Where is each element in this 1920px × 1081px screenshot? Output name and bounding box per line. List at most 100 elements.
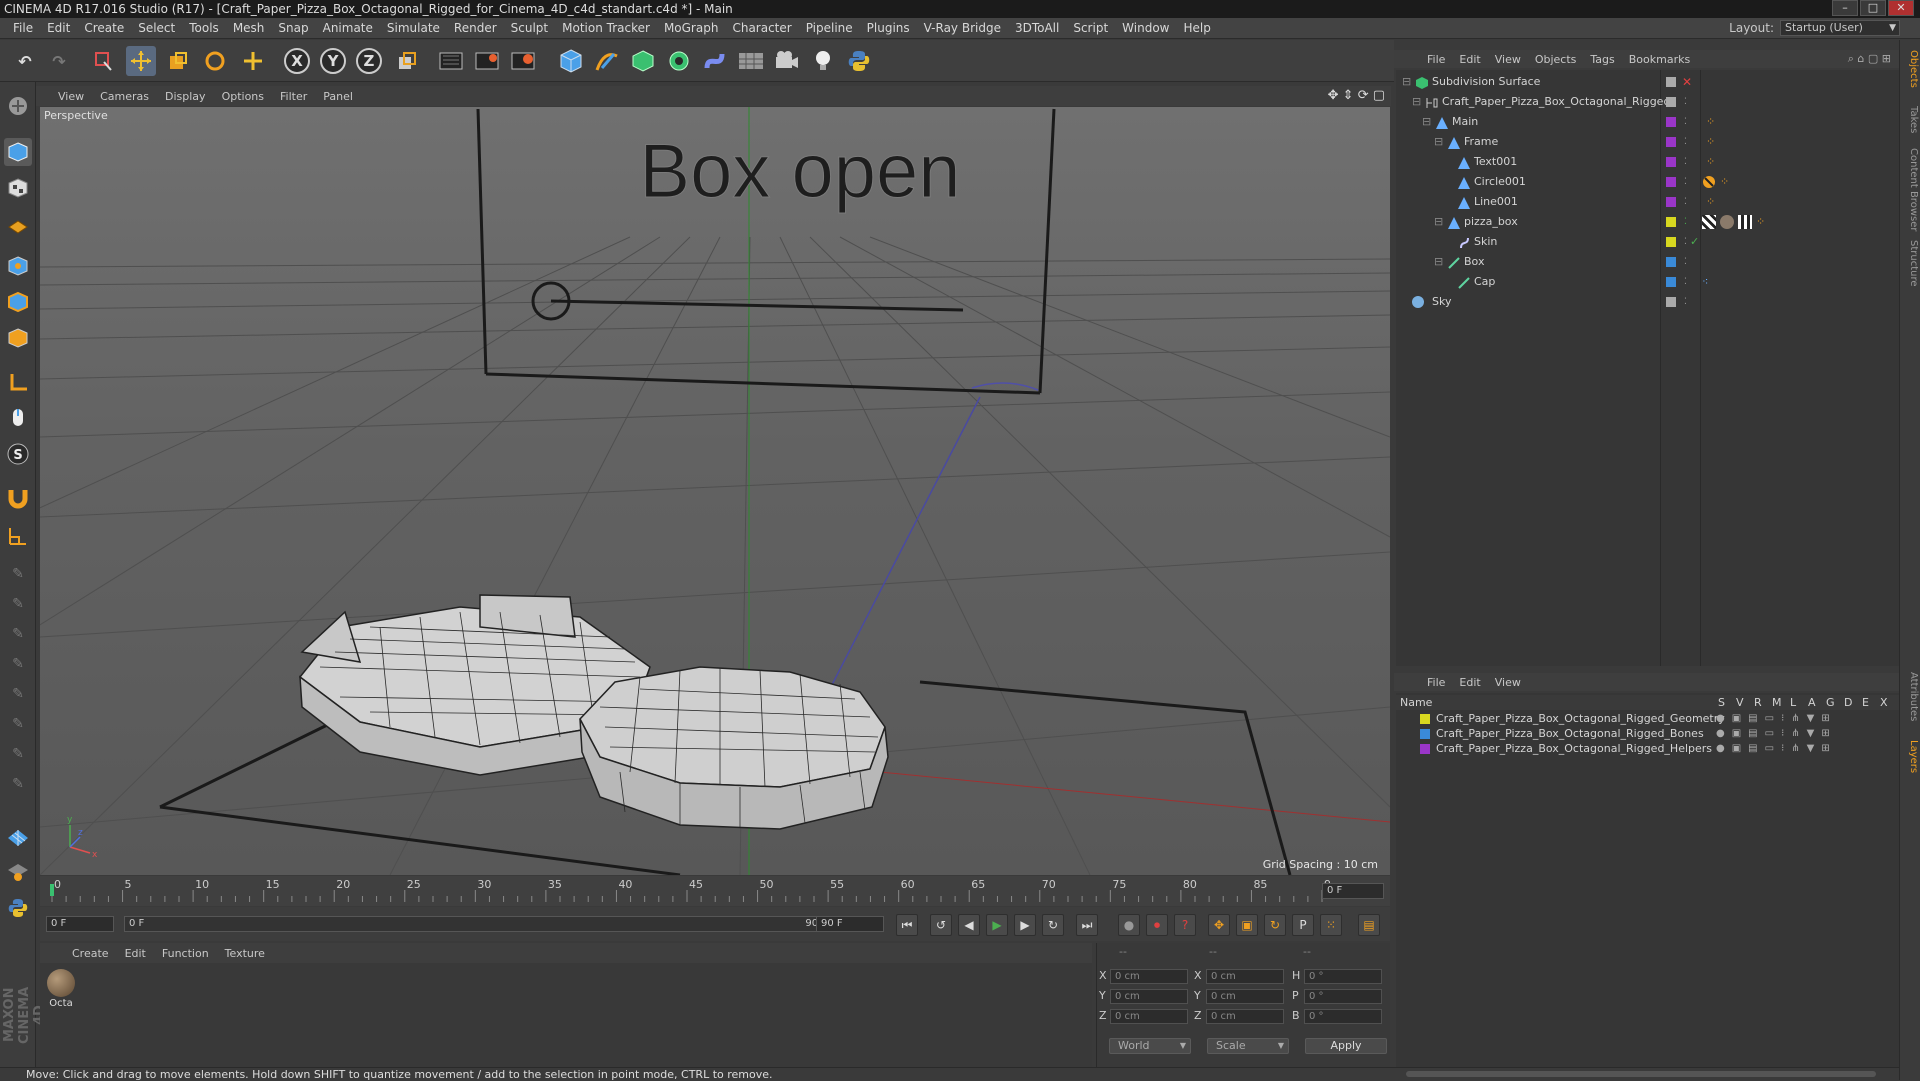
tag-icon[interactable]: ⁘	[1706, 132, 1715, 152]
autokey-icon[interactable]: ⏺	[1146, 914, 1168, 936]
rot-b-field[interactable]: 0 °	[1304, 1009, 1382, 1024]
render-view-icon[interactable]	[436, 46, 466, 76]
end-frame-field[interactable]: 90 F	[816, 916, 884, 932]
menu-animate[interactable]: Animate	[316, 21, 380, 35]
tab-takes[interactable]: Takes	[1902, 106, 1919, 133]
points-mode-icon[interactable]	[4, 252, 32, 280]
make-editable-icon[interactable]	[4, 92, 32, 120]
material-menu-texture[interactable]: Texture	[217, 947, 273, 960]
tab-content-browser[interactable]: Content Browser	[1902, 148, 1919, 231]
visibility-dots-icon[interactable]: ⁚	[1684, 92, 1687, 112]
brush-icon-5[interactable]: ✎	[4, 680, 32, 708]
object-row-subdivision-surface[interactable]: ⊟ Subdivision Surface ✕	[1396, 72, 1899, 92]
tag-icon[interactable]: ⁘	[1706, 192, 1715, 212]
y-axis-lock-icon[interactable]: Y	[318, 46, 348, 76]
play-forward-icon[interactable]: ▶	[986, 914, 1008, 936]
material-menu-create[interactable]: Create	[64, 947, 117, 960]
viewport-menu-cameras[interactable]: Cameras	[92, 90, 157, 103]
layer-color-swatch[interactable]	[1420, 744, 1430, 754]
viewport-menu-display[interactable]: Display	[157, 90, 214, 103]
rot-p-field[interactable]: 0 °	[1304, 989, 1382, 1004]
workplane-mode-icon[interactable]	[4, 210, 32, 238]
brush-icon-2[interactable]: ✎	[4, 590, 32, 618]
layer-row-helpers[interactable]: Craft_Paper_Pizza_Box_Octagonal_Rigged_H…	[1396, 741, 1899, 756]
object-row-craft-paper-pizza-box[interactable]: ⊟ Craft_Paper_Pizza_Box_Octagonal_Rigged…	[1396, 92, 1899, 112]
layers-menu-view[interactable]: View	[1488, 676, 1528, 689]
enabled-check-icon[interactable]: ✓	[1690, 232, 1699, 252]
brush-icon-6[interactable]: ✎	[4, 710, 32, 738]
size-y-field[interactable]: 0 cm	[1206, 989, 1284, 1004]
menu-window[interactable]: Window	[1115, 21, 1176, 35]
layer-color-swatch[interactable]	[1666, 217, 1676, 227]
layer-flags-icons[interactable]: ●▣▤▭⁝⋔▼⊞	[1716, 741, 1837, 756]
current-frame-field[interactable]: 0 F	[1322, 883, 1384, 899]
menu-create[interactable]: Create	[77, 21, 131, 35]
tag-icon[interactable]: ⁖	[1702, 272, 1708, 292]
axis-mode-icon[interactable]	[4, 368, 32, 396]
visibility-dots-icon[interactable]: ⁚	[1684, 292, 1687, 312]
menu-snap[interactable]: Snap	[271, 21, 315, 35]
layer-color-swatch[interactable]	[1666, 117, 1676, 127]
apply-button[interactable]: Apply	[1305, 1038, 1387, 1054]
edges-mode-icon[interactable]	[4, 288, 32, 316]
next-frame-icon[interactable]: ▶	[1014, 914, 1036, 936]
pos-y-field[interactable]: 0 cm	[1110, 989, 1188, 1004]
viewport-menu-panel[interactable]: Panel	[315, 90, 361, 103]
objects-menu-objects[interactable]: Objects	[1528, 53, 1584, 66]
close-window-button[interactable]: ✕	[1888, 0, 1914, 16]
object-row-frame[interactable]: ⊟ Frame ⁚ ⁘	[1396, 132, 1899, 152]
tag-icon[interactable]: ⁘	[1720, 172, 1729, 192]
viewport-navigation-icons[interactable]: ✥ ⇕ ⟳ ▢	[1328, 88, 1385, 103]
menu-help[interactable]: Help	[1176, 21, 1217, 35]
subdivision-surface-icon[interactable]	[628, 46, 658, 76]
tweak-mode-icon[interactable]	[4, 404, 32, 432]
timeline-layout-icon[interactable]: ▤	[1358, 914, 1380, 936]
menu-tools[interactable]: Tools	[182, 21, 226, 35]
z-axis-lock-icon[interactable]: Z	[354, 46, 384, 76]
size-z-field[interactable]: 0 cm	[1206, 1009, 1284, 1024]
layer-color-swatch[interactable]	[1666, 277, 1676, 287]
layers-menu-file[interactable]: File	[1420, 676, 1452, 689]
visibility-dots-icon[interactable]: ⁚	[1684, 192, 1687, 212]
timeline-ruler[interactable]: 051015202530354045505560657075808590 0 F	[40, 876, 1390, 906]
render-picture-viewer-icon[interactable]	[472, 46, 502, 76]
object-edit-toggle[interactable]	[1666, 77, 1676, 87]
magnet-icon[interactable]	[4, 484, 32, 512]
menu-edit[interactable]: Edit	[40, 21, 77, 35]
visibility-dots-icon[interactable]: ⁚	[1684, 272, 1687, 292]
object-row-cap[interactable]: Cap ⁚ ⁖	[1396, 272, 1899, 292]
objects-menu-bookmarks[interactable]: Bookmarks	[1622, 53, 1697, 66]
rotate-tool-icon[interactable]	[200, 46, 230, 76]
tab-layers[interactable]: Layers	[1902, 740, 1919, 773]
layer-color-swatch[interactable]	[1666, 177, 1676, 187]
playhead-marker[interactable]	[50, 884, 54, 896]
viewport-menu-options[interactable]: Options	[214, 90, 272, 103]
horizontal-scrollbar[interactable]	[1394, 1067, 1899, 1080]
keyframe-selection-icon[interactable]: ?	[1174, 914, 1196, 936]
3d-viewport[interactable]: Box open y x z Perspective Grid Spacing …	[40, 107, 1390, 875]
menu-pipeline[interactable]: Pipeline	[799, 21, 860, 35]
python-icon[interactable]	[844, 46, 874, 76]
pen-spline-icon[interactable]	[592, 46, 622, 76]
coordinate-mode-dropdown[interactable]: World ▼	[1109, 1038, 1191, 1054]
next-key-icon[interactable]: ↻	[1042, 914, 1064, 936]
tag-icon[interactable]: ⁘	[1706, 152, 1715, 172]
menu-mesh[interactable]: Mesh	[226, 21, 272, 35]
start-frame-field[interactable]: 0 F	[46, 916, 114, 932]
layer-row-bones[interactable]: Craft_Paper_Pizza_Box_Octagonal_Rigged_B…	[1396, 726, 1899, 741]
previous-frame-icon[interactable]: ◀	[958, 914, 980, 936]
deformer-icon[interactable]	[700, 46, 730, 76]
objects-menu-view[interactable]: View	[1488, 53, 1528, 66]
menu-sculpt[interactable]: Sculpt	[504, 21, 555, 35]
disabled-x-icon[interactable]: ✕	[1682, 72, 1692, 92]
point-level-animation-icon[interactable]: ⁙	[1320, 914, 1342, 936]
model-mode-icon[interactable]	[4, 138, 32, 166]
menu-select[interactable]: Select	[131, 21, 182, 35]
camera-icon[interactable]	[772, 46, 802, 76]
layer-color-swatch[interactable]	[1666, 237, 1676, 247]
visibility-dots-icon[interactable]: ⁚	[1684, 172, 1687, 192]
object-row-pizza-box[interactable]: ⊟ pizza_box ⁚ ⁘	[1396, 212, 1899, 232]
texture-tag-icon[interactable]	[1702, 215, 1716, 229]
menu-script[interactable]: Script	[1066, 21, 1115, 35]
visibility-dots-icon[interactable]: ⁚	[1684, 152, 1687, 172]
